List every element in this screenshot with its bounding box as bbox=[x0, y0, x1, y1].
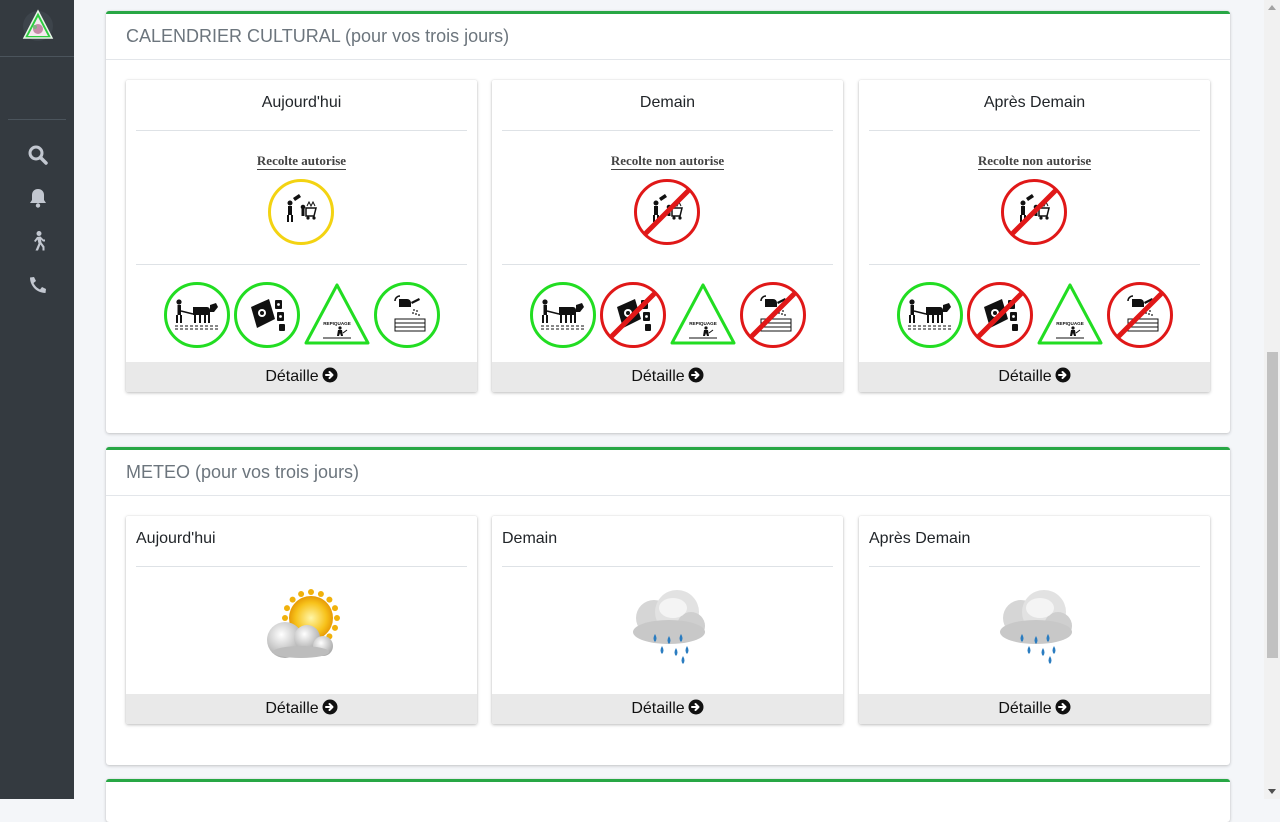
watering-can-icon bbox=[1106, 281, 1174, 349]
divider bbox=[136, 264, 467, 265]
fertilizer-bag-icon bbox=[966, 281, 1034, 349]
detail-label: Détaille bbox=[998, 700, 1052, 717]
next-section-card bbox=[106, 779, 1230, 822]
calendar-day-card: Demain Recolte non autorise REPIQUAGE Dé… bbox=[492, 80, 843, 392]
arrow-circle-right-icon bbox=[1052, 699, 1071, 717]
logo-icon bbox=[22, 9, 54, 41]
repiquage-warning-icon: REPIQUAGE bbox=[1036, 281, 1104, 349]
day-label: Aujourd'hui bbox=[261, 94, 342, 111]
scroll-down-icon[interactable] bbox=[1264, 783, 1280, 799]
harvest-icon bbox=[267, 178, 335, 246]
divider bbox=[502, 264, 833, 265]
fertilizer-bag-icon bbox=[233, 281, 301, 349]
divider bbox=[869, 566, 1200, 567]
svg-text:REPIQUAGE: REPIQUAGE bbox=[323, 321, 351, 326]
scroll-up-icon[interactable] bbox=[1264, 0, 1280, 16]
divider bbox=[869, 264, 1200, 265]
detail-label: Détaille bbox=[631, 368, 685, 385]
svg-text:REPIQUAGE: REPIQUAGE bbox=[1056, 321, 1084, 326]
calendar-day-card: Après Demain Recolte non autorise REPIQU… bbox=[859, 80, 1210, 392]
fertilizer-bag-icon bbox=[599, 281, 667, 349]
harvest-status: Recolte autorise bbox=[126, 152, 477, 170]
scroll-thumb[interactable] bbox=[1267, 352, 1278, 658]
arrow-circle-right-icon bbox=[1052, 367, 1071, 385]
watering-can-icon bbox=[739, 281, 807, 349]
rain-cloud-icon bbox=[996, 586, 1076, 668]
sidebar bbox=[0, 0, 74, 799]
detail-label: Détaille bbox=[631, 700, 685, 717]
meteo-day-card: Aujourd'hui Détaille bbox=[126, 516, 477, 724]
divider bbox=[502, 566, 833, 567]
arrow-circle-right-icon bbox=[685, 367, 704, 385]
sidebar-divider bbox=[8, 119, 66, 120]
divider bbox=[502, 130, 833, 131]
calendar-card: CALENDRIER CULTURAL (pour vos trois jour… bbox=[106, 11, 1230, 433]
harvest-status-text: Recolte non autorise bbox=[977, 153, 1092, 170]
divider bbox=[136, 566, 467, 567]
harvest-status-text: Recolte autorise bbox=[256, 153, 347, 170]
day-label: Après Demain bbox=[869, 530, 971, 547]
harvest-status: Recolte non autorise bbox=[492, 152, 843, 170]
meteo-day-card: Après Demain Détaille bbox=[859, 516, 1210, 724]
rain-cloud-icon bbox=[629, 586, 709, 668]
harvest-icon bbox=[633, 178, 701, 246]
divider bbox=[136, 130, 467, 131]
ox-plough-icon bbox=[529, 281, 597, 349]
detail-button[interactable]: Détaille bbox=[859, 694, 1210, 724]
repiquage-warning-icon: REPIQUAGE bbox=[669, 281, 737, 349]
meteo-day-card: Demain Détaille bbox=[492, 516, 843, 724]
page-scrollbar[interactable] bbox=[1264, 0, 1280, 799]
meteo-card: METEO (pour vos trois jours) Aujourd'hui… bbox=[106, 447, 1230, 765]
ox-plough-icon bbox=[163, 281, 231, 349]
detail-label: Détaille bbox=[998, 368, 1052, 385]
sun-behind-clouds-icon bbox=[263, 586, 343, 668]
day-label: Demain bbox=[639, 94, 696, 111]
walking-person-icon[interactable] bbox=[27, 230, 49, 252]
calendar-day-card: Aujourd'hui Recolte autorise REPIQUAGE D… bbox=[126, 80, 477, 392]
detail-label: Détaille bbox=[265, 368, 319, 385]
phone-icon[interactable] bbox=[27, 274, 49, 296]
calendar-title: CALENDRIER CULTURAL (pour vos trois jour… bbox=[106, 14, 1230, 60]
day-label: Après Demain bbox=[983, 94, 1086, 111]
arrow-circle-right-icon bbox=[319, 699, 338, 717]
repiquage-warning-icon: REPIQUAGE bbox=[303, 281, 371, 349]
arrow-circle-right-icon bbox=[685, 699, 704, 717]
detail-button[interactable]: Détaille bbox=[492, 362, 843, 392]
harvest-status: Recolte non autorise bbox=[859, 152, 1210, 170]
divider bbox=[869, 130, 1200, 131]
search-icon[interactable] bbox=[27, 144, 49, 166]
detail-button[interactable]: Détaille bbox=[859, 362, 1210, 392]
detail-button[interactable]: Détaille bbox=[126, 362, 477, 392]
harvest-status-text: Recolte non autorise bbox=[610, 153, 725, 170]
day-label: Demain bbox=[502, 530, 558, 547]
harvest-icon bbox=[1000, 178, 1068, 246]
detail-label: Détaille bbox=[265, 700, 319, 717]
meteo-title: METEO (pour vos trois jours) bbox=[106, 450, 1230, 496]
detail-button[interactable]: Détaille bbox=[126, 694, 477, 724]
svg-text:REPIQUAGE: REPIQUAGE bbox=[689, 321, 717, 326]
ox-plough-icon bbox=[896, 281, 964, 349]
arrow-circle-right-icon bbox=[319, 367, 338, 385]
detail-button[interactable]: Détaille bbox=[492, 694, 843, 724]
day-label: Aujourd'hui bbox=[136, 530, 216, 547]
bell-icon[interactable] bbox=[27, 187, 49, 209]
watering-can-icon bbox=[373, 281, 441, 349]
sidebar-brand[interactable] bbox=[0, 0, 74, 57]
